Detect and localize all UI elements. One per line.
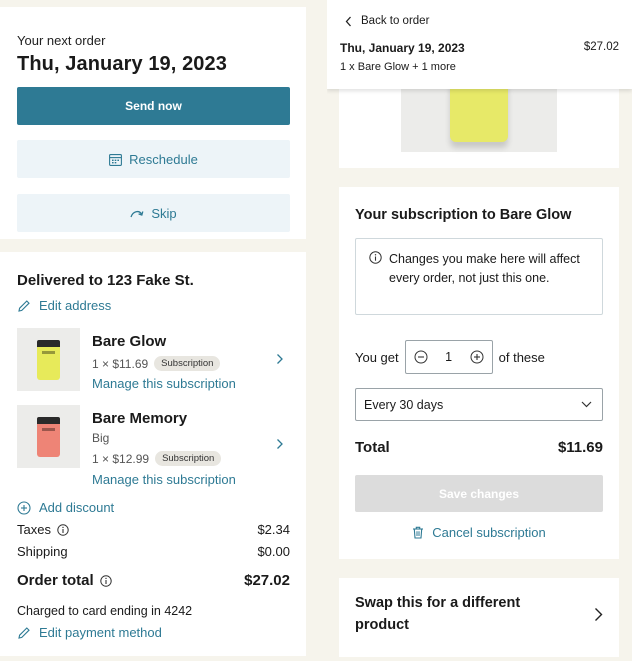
quantity-value[interactable]: 1	[445, 350, 452, 364]
skip-button[interactable]: Skip	[17, 194, 290, 232]
of-these-label: of these	[498, 349, 545, 365]
frequency-select[interactable]: Every 30 days	[355, 388, 603, 421]
notice-box: Changes you make here will affect every …	[355, 238, 603, 315]
taxes-row: Taxes $2.34	[17, 522, 290, 537]
chevron-down-icon	[581, 401, 592, 408]
header-order-summary: 1 x Bare Glow + 1 more	[340, 61, 456, 73]
add-discount-link[interactable]: Add discount	[17, 500, 114, 515]
reschedule-button[interactable]: Reschedule	[17, 140, 290, 178]
back-to-order-link[interactable]: Back to order	[345, 15, 429, 27]
product-can-yellow-icon	[450, 80, 508, 142]
order-panel: Your next order Thu, January 19, 2023 Se…	[0, 0, 306, 661]
delivery-address-title: Delivered to 123 Fake St.	[17, 272, 194, 289]
product-name: Bare Glow	[92, 333, 167, 350]
product-variant: Big	[92, 431, 110, 445]
notice-text: Changes you make here will affect every …	[389, 252, 580, 285]
product-name: Bare Memory	[92, 410, 188, 427]
product-price: 1 × $12.99	[92, 451, 150, 466]
product-can-yellow-icon	[37, 340, 60, 380]
product-can-red-icon	[37, 417, 60, 457]
skip-arrow-icon	[130, 210, 144, 217]
calendar-icon	[109, 153, 123, 166]
shipping-value: $0.00	[257, 544, 290, 559]
add-discount-label: Add discount	[39, 500, 115, 515]
subscription-badge: Subscription	[155, 451, 222, 466]
next-order-label: Your next order	[17, 33, 106, 48]
info-icon[interactable]	[57, 523, 69, 536]
frequency-value: Every 30 days	[364, 397, 444, 412]
total-label: Total	[355, 439, 390, 456]
taxes-value: $2.34	[257, 522, 290, 537]
manage-subscription-link[interactable]: Manage this subscription	[92, 376, 236, 391]
you-get-label: You get	[355, 349, 399, 365]
order-header: Back to order Thu, January 19, 2023 $27.…	[327, 0, 632, 89]
swap-product-label: Swap this for a different product	[355, 595, 521, 633]
swap-product-card[interactable]: Swap this for a different product	[339, 578, 619, 657]
manage-subscription-link[interactable]: Manage this subscription	[92, 472, 236, 487]
quantity-row: You get 1 of these	[355, 340, 545, 374]
order-total-label: Order total	[17, 572, 94, 589]
edit-address-label: Edit address	[39, 298, 112, 313]
send-now-button[interactable]: Send now	[17, 87, 290, 125]
product-image-card	[339, 80, 619, 168]
product-image	[17, 328, 80, 391]
minus-circle-icon[interactable]	[414, 350, 428, 364]
skip-label: Skip	[151, 205, 177, 221]
chevron-right-icon[interactable]	[276, 353, 284, 365]
pencil-icon	[18, 299, 30, 312]
header-order-date: Thu, January 19, 2023	[340, 41, 465, 55]
chevron-right-icon	[595, 608, 603, 621]
shipping-row: Shipping $0.00	[17, 544, 290, 559]
info-icon[interactable]	[99, 574, 112, 587]
chevron-left-icon	[345, 16, 351, 26]
subscription-panel: Back to order Thu, January 19, 2023 $27.…	[327, 0, 632, 661]
plus-circle-icon[interactable]	[470, 350, 484, 364]
chevron-right-icon[interactable]	[276, 438, 284, 450]
quantity-stepper[interactable]: 1	[404, 340, 493, 374]
pencil-icon	[18, 626, 30, 639]
cancel-subscription-label: Cancel subscription	[432, 525, 546, 540]
next-order-card: Your next order Thu, January 19, 2023 Se…	[0, 7, 306, 239]
subscription-total-row: Total $11.69	[355, 439, 603, 456]
save-changes-button[interactable]: Save changes	[355, 475, 603, 512]
next-order-date: Thu, January 19, 2023	[17, 53, 227, 75]
taxes-label: Taxes	[17, 522, 51, 537]
delivery-card: Delivered to 123 Fake St. Edit address B…	[0, 252, 306, 656]
order-total-row: Order total $27.02	[17, 572, 290, 589]
product-image	[401, 80, 557, 152]
trash-icon	[413, 526, 424, 539]
total-value: $11.69	[557, 439, 603, 456]
subscription-badge: Subscription	[154, 356, 221, 371]
order-total-value: $27.02	[244, 572, 290, 589]
product-price: 1 × $11.69	[92, 356, 149, 371]
product-price-line: 1 × $12.99 Subscription	[92, 451, 222, 466]
reschedule-label: Reschedule	[129, 151, 198, 167]
subscription-title: Your subscription to Bare Glow	[355, 207, 572, 223]
shipping-label: Shipping	[17, 544, 68, 559]
edit-payment-link[interactable]: Edit payment method	[17, 625, 162, 640]
product-image	[17, 405, 80, 468]
subscription-card: Your subscription to Bare Glow Changes y…	[339, 187, 619, 559]
product-price-line: 1 × $11.69 Subscription	[92, 356, 221, 371]
edit-payment-label: Edit payment method	[39, 625, 162, 640]
plus-circle-icon	[17, 500, 31, 515]
info-icon	[369, 251, 382, 264]
back-label: Back to order	[361, 15, 430, 27]
edit-address-link[interactable]: Edit address	[17, 298, 111, 313]
header-order-price: $27.02	[583, 41, 619, 53]
cancel-subscription-link[interactable]: Cancel subscription	[339, 525, 619, 540]
payment-card-text: Charged to card ending in 4242	[17, 604, 193, 618]
